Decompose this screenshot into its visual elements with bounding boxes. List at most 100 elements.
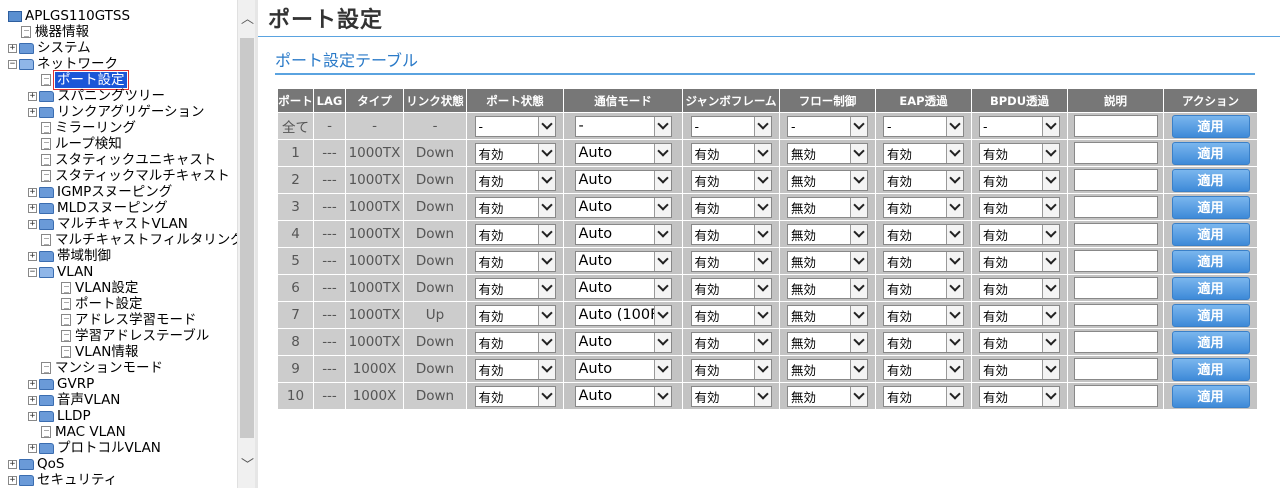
sidebar-item[interactable]: アドレス学習モード [48,312,197,328]
chevron-down-icon[interactable] [653,197,671,217]
chevron-down-icon[interactable] [946,305,963,325]
flow-control-select[interactable]: 無効 [787,196,868,218]
description-input[interactable] [1073,331,1158,353]
sidebar-item[interactable]: スタティックマルチキャスト [28,168,230,184]
expand-icon[interactable]: + [28,187,37,197]
bpdu-pass-select[interactable]: 有効 [979,196,1060,218]
scroll-down-icon[interactable]: ﹀ [241,459,254,472]
jumbo-frame-select[interactable]: 有効 [690,358,772,380]
eap-pass-select[interactable]: 有効 [883,385,964,407]
expand-icon[interactable]: + [8,459,17,469]
apply-button[interactable]: 適用 [1171,330,1250,354]
bpdu-pass-select[interactable]: 有効 [979,358,1060,380]
port-state-select[interactable]: 有効 [474,196,556,218]
comm-mode-select[interactable]: Auto [574,250,672,272]
description-input[interactable] [1073,115,1158,137]
sidebar-item[interactable]: + スパニングツリー [28,88,165,104]
chevron-down-icon[interactable] [753,116,771,136]
chevron-down-icon[interactable] [946,278,963,298]
sidebar-item[interactable]: + リンクアグリゲーション [28,104,205,120]
chevron-down-icon[interactable] [753,224,771,244]
eap-pass-select[interactable]: 有効 [883,304,964,326]
chevron-down-icon[interactable] [850,332,867,352]
comm-mode-select[interactable]: - [574,115,672,137]
chevron-down-icon[interactable] [1042,386,1059,406]
port-state-select[interactable]: 有効 [474,385,556,407]
sidebar-scrollbar[interactable]: ︿ ﹀ [237,0,255,488]
port-state-select[interactable]: 有効 [474,358,556,380]
expand-icon[interactable]: + [8,475,17,485]
description-input[interactable] [1073,250,1158,272]
chevron-down-icon[interactable] [653,170,671,190]
bpdu-pass-select[interactable]: 有効 [979,385,1060,407]
chevron-down-icon[interactable] [850,143,867,163]
chevron-down-icon[interactable] [753,170,771,190]
description-input[interactable] [1073,196,1158,218]
apply-button[interactable]: 適用 [1171,222,1250,246]
scroll-up-icon[interactable]: ︿ [241,13,254,26]
chevron-down-icon[interactable] [653,359,671,379]
sidebar-item[interactable]: + セキュリティ [8,472,117,488]
flow-control-select[interactable]: 無効 [787,358,868,380]
chevron-down-icon[interactable] [1042,305,1059,325]
chevron-down-icon[interactable] [537,332,555,352]
sidebar-item[interactable]: + GVRP [28,376,94,392]
collapse-icon[interactable]: − [28,267,37,277]
sidebar-item[interactable]: + システム [8,40,91,56]
comm-mode-select[interactable]: Auto [574,169,672,191]
sidebar-item[interactable]: + 音声VLAN [28,392,120,408]
sidebar-item[interactable]: 機器情報 [8,24,89,40]
description-input[interactable] [1073,223,1158,245]
chevron-down-icon[interactable] [946,224,963,244]
chevron-down-icon[interactable] [946,332,963,352]
sidebar-item[interactable]: ポート設定 [48,296,143,312]
chevron-down-icon[interactable] [946,143,963,163]
comm-mode-select[interactable]: Auto (100F [574,304,672,326]
jumbo-frame-select[interactable]: 有効 [690,331,772,353]
flow-control-select[interactable]: - [787,115,868,137]
chevron-down-icon[interactable] [1042,251,1059,271]
expand-icon[interactable]: + [28,411,37,421]
comm-mode-select[interactable]: Auto [574,385,672,407]
expand-icon[interactable]: + [28,443,37,453]
chevron-down-icon[interactable] [537,251,555,271]
description-input[interactable] [1073,169,1158,191]
jumbo-frame-select[interactable]: 有効 [690,250,772,272]
sidebar-item[interactable]: VLAN情報 [48,344,138,360]
apply-button[interactable]: 適用 [1171,303,1250,327]
chevron-down-icon[interactable] [753,251,771,271]
chevron-down-icon[interactable] [537,197,555,217]
port-state-select[interactable]: 有効 [474,331,556,353]
chevron-down-icon[interactable] [753,386,771,406]
chevron-down-icon[interactable] [753,143,771,163]
eap-pass-select[interactable]: 有効 [883,196,964,218]
sidebar-item[interactable]: スタティックユニキャスト [28,152,216,168]
chevron-down-icon[interactable] [850,386,867,406]
comm-mode-select[interactable]: Auto [574,196,672,218]
chevron-down-icon[interactable] [653,116,671,136]
chevron-down-icon[interactable] [850,278,867,298]
sidebar-item[interactable]: + LLDP [28,408,91,424]
comm-mode-select[interactable]: Auto [574,223,672,245]
chevron-down-icon[interactable] [946,251,963,271]
eap-pass-select[interactable]: 有効 [883,223,964,245]
eap-pass-select[interactable]: 有効 [883,142,964,164]
chevron-down-icon[interactable] [850,224,867,244]
expand-icon[interactable]: + [28,251,37,261]
chevron-down-icon[interactable] [946,197,963,217]
eap-pass-select[interactable]: 有効 [883,169,964,191]
chevron-down-icon[interactable] [1042,359,1059,379]
collapse-icon[interactable]: − [8,59,17,69]
description-input[interactable] [1073,385,1158,407]
expand-icon[interactable]: + [28,395,37,405]
chevron-down-icon[interactable] [537,386,555,406]
port-state-select[interactable]: - [474,115,556,137]
chevron-down-icon[interactable] [1042,332,1059,352]
expand-icon[interactable]: + [8,43,17,53]
eap-pass-select[interactable]: 有効 [883,277,964,299]
chevron-down-icon[interactable] [653,278,671,298]
chevron-down-icon[interactable] [1042,143,1059,163]
sidebar-item[interactable]: + プロトコルVLAN [28,440,161,456]
chevron-down-icon[interactable] [1042,224,1059,244]
jumbo-frame-select[interactable]: 有効 [690,304,772,326]
